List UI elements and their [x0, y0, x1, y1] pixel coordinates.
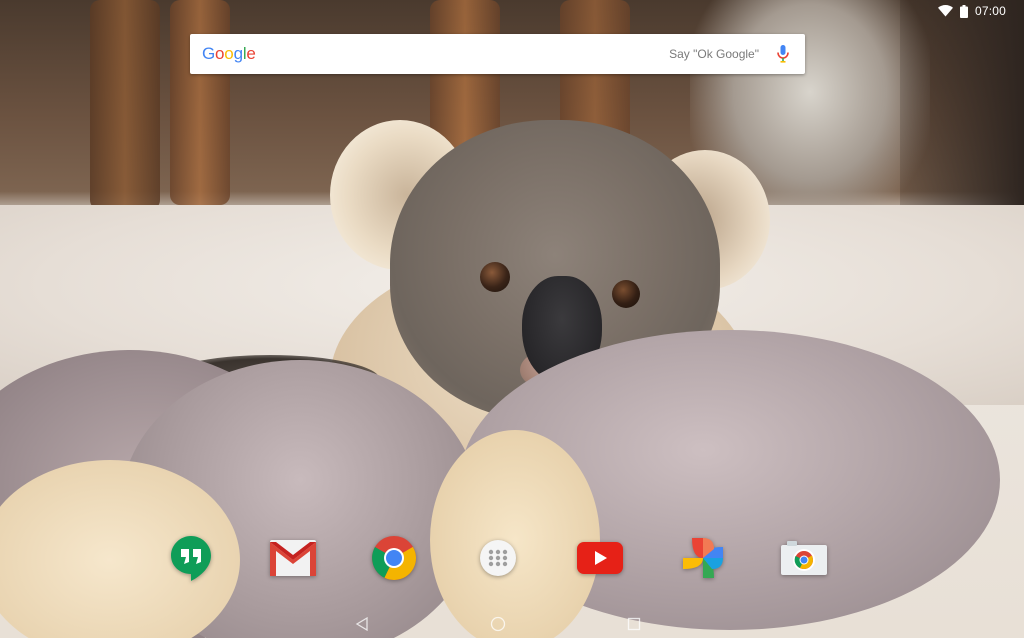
- koala-ear: [330, 120, 470, 270]
- hangouts-icon[interactable]: [168, 535, 214, 581]
- gmail-icon[interactable]: [270, 535, 316, 581]
- plush-toy: [460, 330, 1000, 630]
- home-icon[interactable]: [486, 612, 510, 636]
- google-logo-letter: o: [224, 44, 234, 63]
- wallpaper-chair: [170, 0, 230, 205]
- google-logo-letter: o: [215, 44, 225, 63]
- wallpaper-bed: [0, 205, 1024, 405]
- google-search-bar[interactable]: Google Say "Ok Google": [190, 34, 805, 74]
- plush-toy-belly: [430, 430, 600, 638]
- koala-mouth: [520, 350, 580, 390]
- plush-toy: [0, 350, 320, 638]
- koala-head: [390, 120, 720, 420]
- wallpaper-chair: [430, 0, 500, 160]
- mic-icon[interactable]: [771, 42, 795, 66]
- status-time: 07:00: [974, 4, 1006, 18]
- koala-nose: [522, 276, 602, 384]
- google-logo-letter: g: [233, 44, 243, 63]
- koala-eye: [480, 262, 510, 292]
- koala-paw: [160, 355, 380, 405]
- koala-eye: [612, 280, 640, 308]
- app-drawer-icon[interactable]: [475, 535, 521, 581]
- wallpaper-chair: [560, 0, 630, 150]
- koala-body: [330, 250, 750, 510]
- wifi-icon: [937, 5, 953, 17]
- photos-icon[interactable]: [680, 535, 726, 581]
- recents-icon[interactable]: [622, 612, 646, 636]
- chrome-icon[interactable]: [371, 535, 417, 581]
- battery-icon: [959, 4, 968, 18]
- back-icon[interactable]: [350, 612, 374, 636]
- koala-ear: [640, 150, 770, 290]
- wallpaper-shadow: [900, 0, 1024, 260]
- search-hint: Say "Ok Google": [669, 47, 759, 61]
- youtube-icon[interactable]: [577, 535, 623, 581]
- google-logo-letter: e: [246, 44, 256, 63]
- plush-toy: [120, 360, 480, 638]
- status-bar: 07:00: [806, 0, 1024, 22]
- wallpaper-chair: [90, 0, 160, 210]
- google-logo-letter: G: [202, 44, 216, 63]
- camera-icon[interactable]: [781, 535, 827, 581]
- google-logo: Google: [202, 44, 256, 64]
